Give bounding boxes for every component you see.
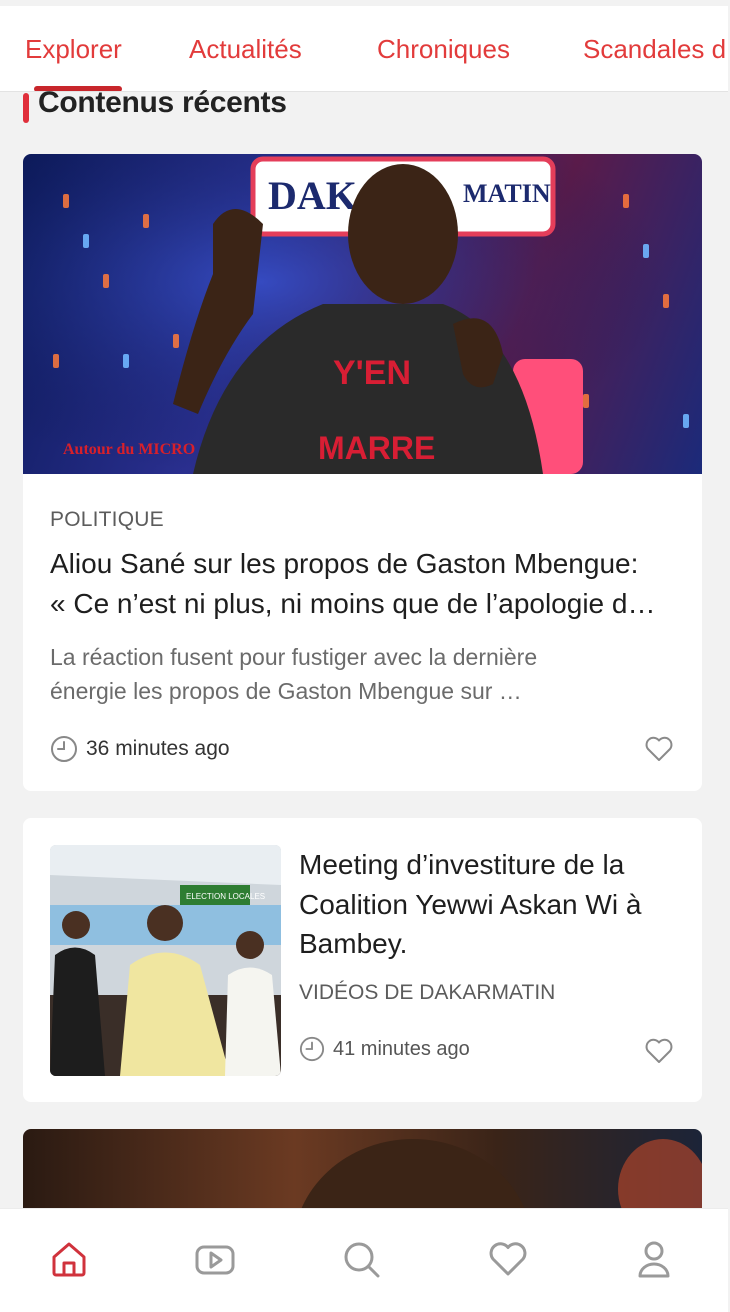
clock-icon <box>51 736 77 762</box>
clock-icon <box>299 1036 325 1062</box>
article-card-featured[interactable]: DAKA MATIN Y'EN MARRE Autour du MICRO PO… <box>23 154 702 791</box>
bottom-navigation <box>0 1208 728 1312</box>
article-excerpt-line: énergie les propos de Gaston Mbengue sur… <box>50 678 522 704</box>
play-icon[interactable] <box>195 1239 235 1279</box>
article-title[interactable]: Meeting d’investiture de la Coalition Ye… <box>299 845 679 964</box>
article-title-line: Coalition Yewwi Askan Wi à <box>299 888 642 920</box>
article-meta: 36 minutes ago <box>50 734 230 764</box>
article-hero-image[interactable]: DAKA MATIN Y'EN MARRE Autour du MICRO <box>23 154 702 474</box>
hero-logo-text: Autour du MICRO <box>63 441 195 458</box>
article-hero-image <box>297 1139 702 1219</box>
section-accent-bar <box>23 93 29 123</box>
tab-chroniques[interactable]: Chroniques <box>377 34 510 64</box>
tab-explorer[interactable]: Explorer <box>25 34 122 64</box>
hero-shirt-text-top: Y'EN <box>333 354 411 392</box>
thumbnail-banner-text: ELECTION LOCALES <box>186 892 265 901</box>
hero-sign-right: MATIN <box>463 179 551 208</box>
heart-icon[interactable] <box>644 734 674 764</box>
article-timestamp: 41 minutes ago <box>333 1037 470 1060</box>
article-category[interactable]: POLITIQUE <box>50 508 164 532</box>
user-icon[interactable] <box>634 1239 674 1279</box>
tab-scandales[interactable]: Scandales d <box>583 34 726 64</box>
top-tab-bar: Explorer Actualités Chroniques Scandales… <box>0 6 728 92</box>
search-icon[interactable] <box>341 1239 381 1279</box>
article-title-line: Aliou Sané sur les propos de Gaston Mben… <box>50 548 639 579</box>
article-excerpt-line: La réaction fusent pour fustiger avec la… <box>50 644 538 670</box>
article-excerpt: La réaction fusent pour fustiger avec la… <box>50 640 670 708</box>
article-category[interactable]: VIDÉOS DE DAKARMATIN <box>299 981 555 1005</box>
article-title-line: Meeting d’investiture de la <box>299 849 625 880</box>
article-thumbnail[interactable]: ELECTION LOCALES <box>50 845 281 1076</box>
section-title: Contenus récents <box>38 86 287 119</box>
article-card-partial[interactable] <box>23 1129 702 1219</box>
hero-illustration: DAKA MATIN Y'EN MARRE Autour du MICRO <box>23 154 702 474</box>
article-timestamp: 36 minutes ago <box>86 737 230 760</box>
heart-icon[interactable] <box>488 1239 528 1279</box>
article-meta: 41 minutes ago <box>299 1036 470 1062</box>
hero-shirt-text-bottom: MARRE <box>318 430 435 466</box>
tab-actualites[interactable]: Actualités <box>189 34 302 64</box>
article-title-line: « Ce n’est ni plus, ni moins que de l’ap… <box>50 588 656 619</box>
article-title[interactable]: Aliou Sané sur les propos de Gaston Mben… <box>50 544 680 624</box>
thumbnail-illustration: ELECTION LOCALES <box>50 845 281 1076</box>
heart-icon[interactable] <box>644 1036 674 1066</box>
article-title-line: Bambey. <box>299 928 408 959</box>
home-icon[interactable] <box>49 1239 89 1279</box>
article-card-compact[interactable]: ELECTION LOCALES Meeting d’investiture d… <box>23 818 702 1102</box>
